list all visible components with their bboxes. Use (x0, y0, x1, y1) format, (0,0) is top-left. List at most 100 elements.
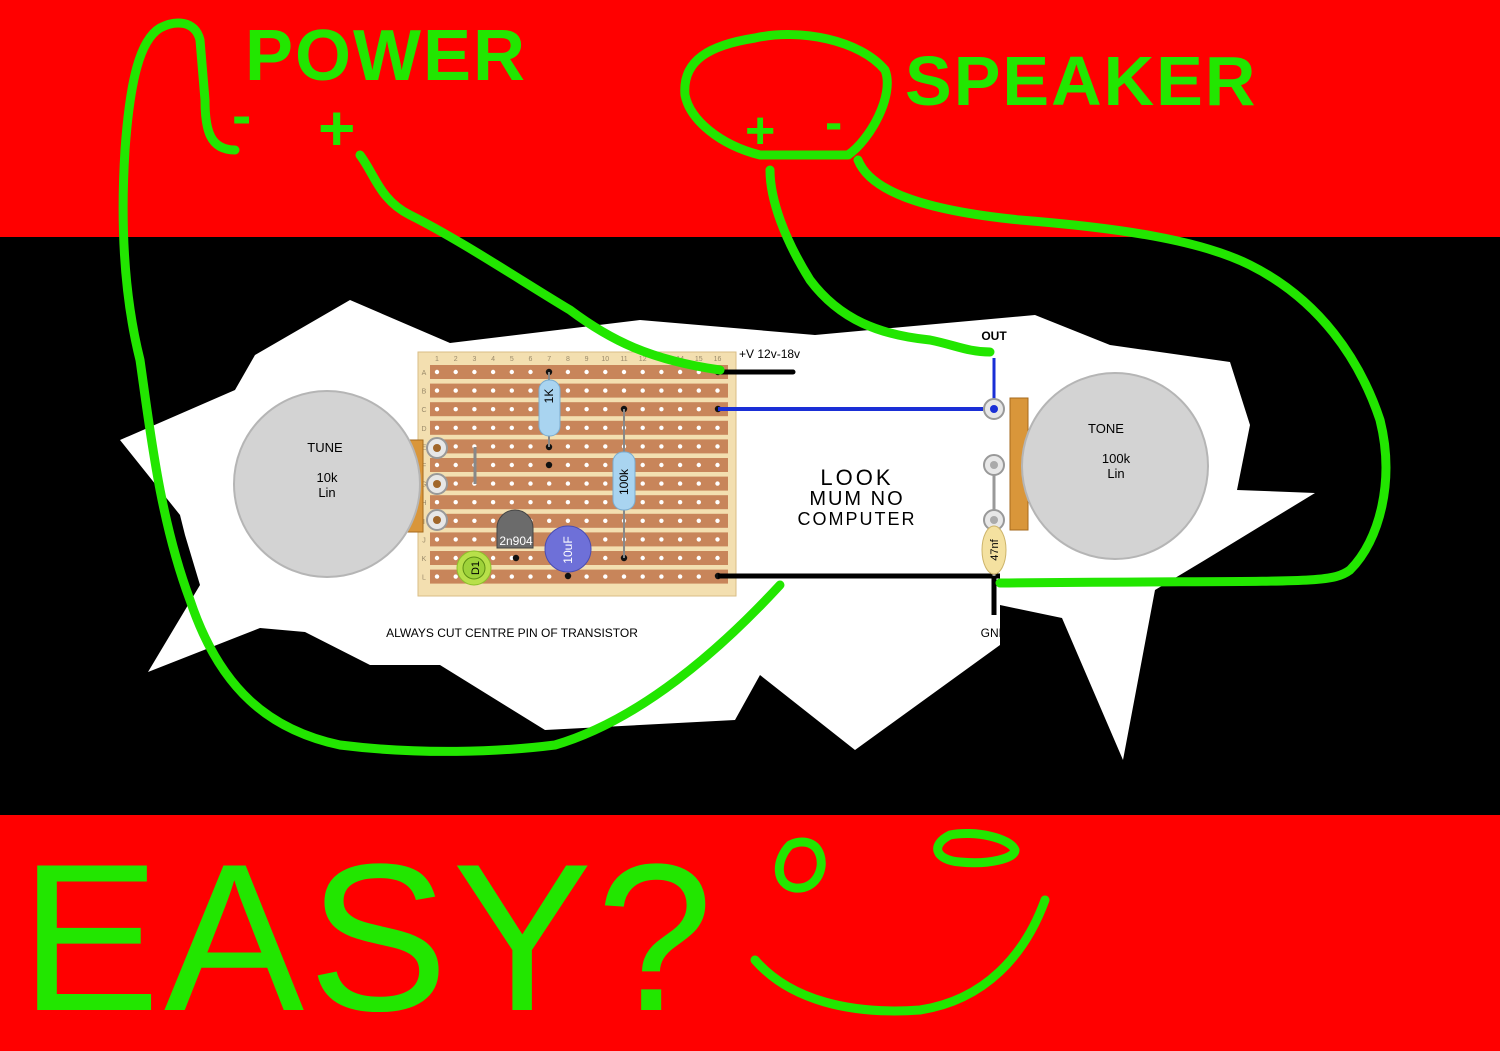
easy-text: EASY? (20, 820, 717, 1051)
strip-hole (696, 481, 701, 486)
solder-joint (512, 554, 520, 562)
strip-hole (640, 425, 645, 430)
strip-hole (603, 369, 608, 375)
strip-hole (490, 407, 496, 412)
strip-hole (547, 481, 552, 486)
strip-hole (696, 574, 701, 579)
look-line1: LOOK (820, 465, 893, 490)
strip-hole (677, 462, 683, 468)
strip-hole (509, 388, 514, 393)
out-label: OUT (981, 329, 1007, 343)
strip-hole (565, 481, 571, 486)
strip-hole (434, 407, 440, 412)
tune-pot-taper: Lin (318, 485, 335, 500)
power-title: POWER (245, 16, 527, 96)
power-minus: - (232, 83, 251, 148)
strip-hole (659, 500, 664, 505)
strip-hole (434, 462, 440, 468)
tune-pot-lug-1-hole (433, 444, 441, 452)
tone-pot-name: TONE (1088, 421, 1124, 436)
strip-hole (677, 555, 683, 561)
strip-hole (547, 574, 552, 579)
strip-hole (472, 537, 477, 542)
strip-hole (453, 574, 458, 579)
strip-hole (640, 462, 645, 468)
strip-hole (677, 574, 683, 579)
strip-hole (565, 500, 571, 505)
column-label: 3 (472, 356, 476, 363)
strip-hole (453, 555, 458, 561)
strip-hole (453, 425, 458, 430)
tune-pot-name: TUNE (307, 440, 343, 455)
strip-hole (490, 481, 496, 486)
row-label: C (421, 407, 426, 414)
strip-hole (696, 388, 701, 393)
strip-hole (715, 481, 720, 486)
strip-hole (490, 444, 496, 449)
strip-hole (490, 555, 496, 561)
strip-hole (453, 444, 458, 449)
strip-hole (621, 388, 627, 393)
strip-hole (659, 425, 664, 430)
strip-hole (584, 388, 589, 393)
column-label: 16 (714, 356, 722, 363)
tune-pot-value: 10k (317, 470, 338, 485)
strip-hole (584, 500, 589, 505)
strip-hole (434, 369, 440, 375)
tune-pot-lug-2-hole (433, 480, 441, 488)
strip-hole (640, 407, 645, 412)
strip-hole (434, 555, 440, 561)
strip-hole (696, 537, 701, 542)
strip-hole (509, 444, 514, 449)
strip-hole (490, 369, 496, 375)
transistor-label: 2n904 (499, 534, 533, 548)
strip-hole (472, 500, 477, 505)
strip-hole (640, 555, 645, 561)
strip-hole (584, 407, 589, 412)
strip-hole (715, 518, 720, 523)
strip-hole (584, 425, 589, 430)
strip-hole (472, 425, 477, 430)
strip-hole (603, 500, 608, 505)
strip-hole (453, 500, 458, 505)
strip-hole (677, 481, 683, 486)
strip-hole (715, 462, 720, 468)
capacitor-10uf-label: 10uF (561, 536, 575, 563)
strip-hole (659, 462, 664, 468)
strip-hole (528, 407, 533, 412)
capacitor-47nf-label: 47nf (989, 538, 1001, 560)
solder-joint (545, 461, 553, 469)
strip-hole (528, 425, 533, 430)
strip-hole (528, 574, 533, 579)
strip-hole (490, 425, 496, 430)
strip-hole (677, 407, 683, 412)
strip-hole (659, 574, 664, 579)
strip-hole (696, 407, 701, 412)
strip-hole (509, 574, 514, 579)
strip-hole (490, 462, 496, 468)
strip-hole (696, 518, 701, 523)
strip-hole (696, 444, 701, 449)
strip-hole (528, 555, 533, 561)
tune-pot-lug-3-hole (433, 516, 441, 524)
tone-pot-lug-1-hole (990, 405, 998, 413)
strip-hole (472, 369, 477, 375)
transistor-note: ALWAYS CUT CENTRE PIN OF TRANSISTOR (386, 626, 638, 640)
strip-hole (715, 555, 720, 561)
strip-hole (528, 444, 533, 449)
strip-hole (490, 500, 496, 505)
strip-hole (528, 500, 533, 505)
smiley-right-eye (933, 828, 1020, 868)
strip-hole (565, 444, 571, 449)
look-line3: COMPUTER (798, 509, 917, 529)
strip-hole (715, 388, 720, 393)
tone-pot-lug-3-hole (990, 516, 998, 524)
strip-hole (659, 407, 664, 412)
strip-hole (584, 518, 589, 523)
strip-hole (677, 425, 683, 430)
tone-pot-lug-2-hole (990, 461, 998, 469)
column-label: 4 (491, 356, 495, 363)
tone-pot-taper: Lin (1107, 466, 1124, 481)
strip-hole (453, 518, 458, 523)
strip-hole (434, 574, 440, 579)
